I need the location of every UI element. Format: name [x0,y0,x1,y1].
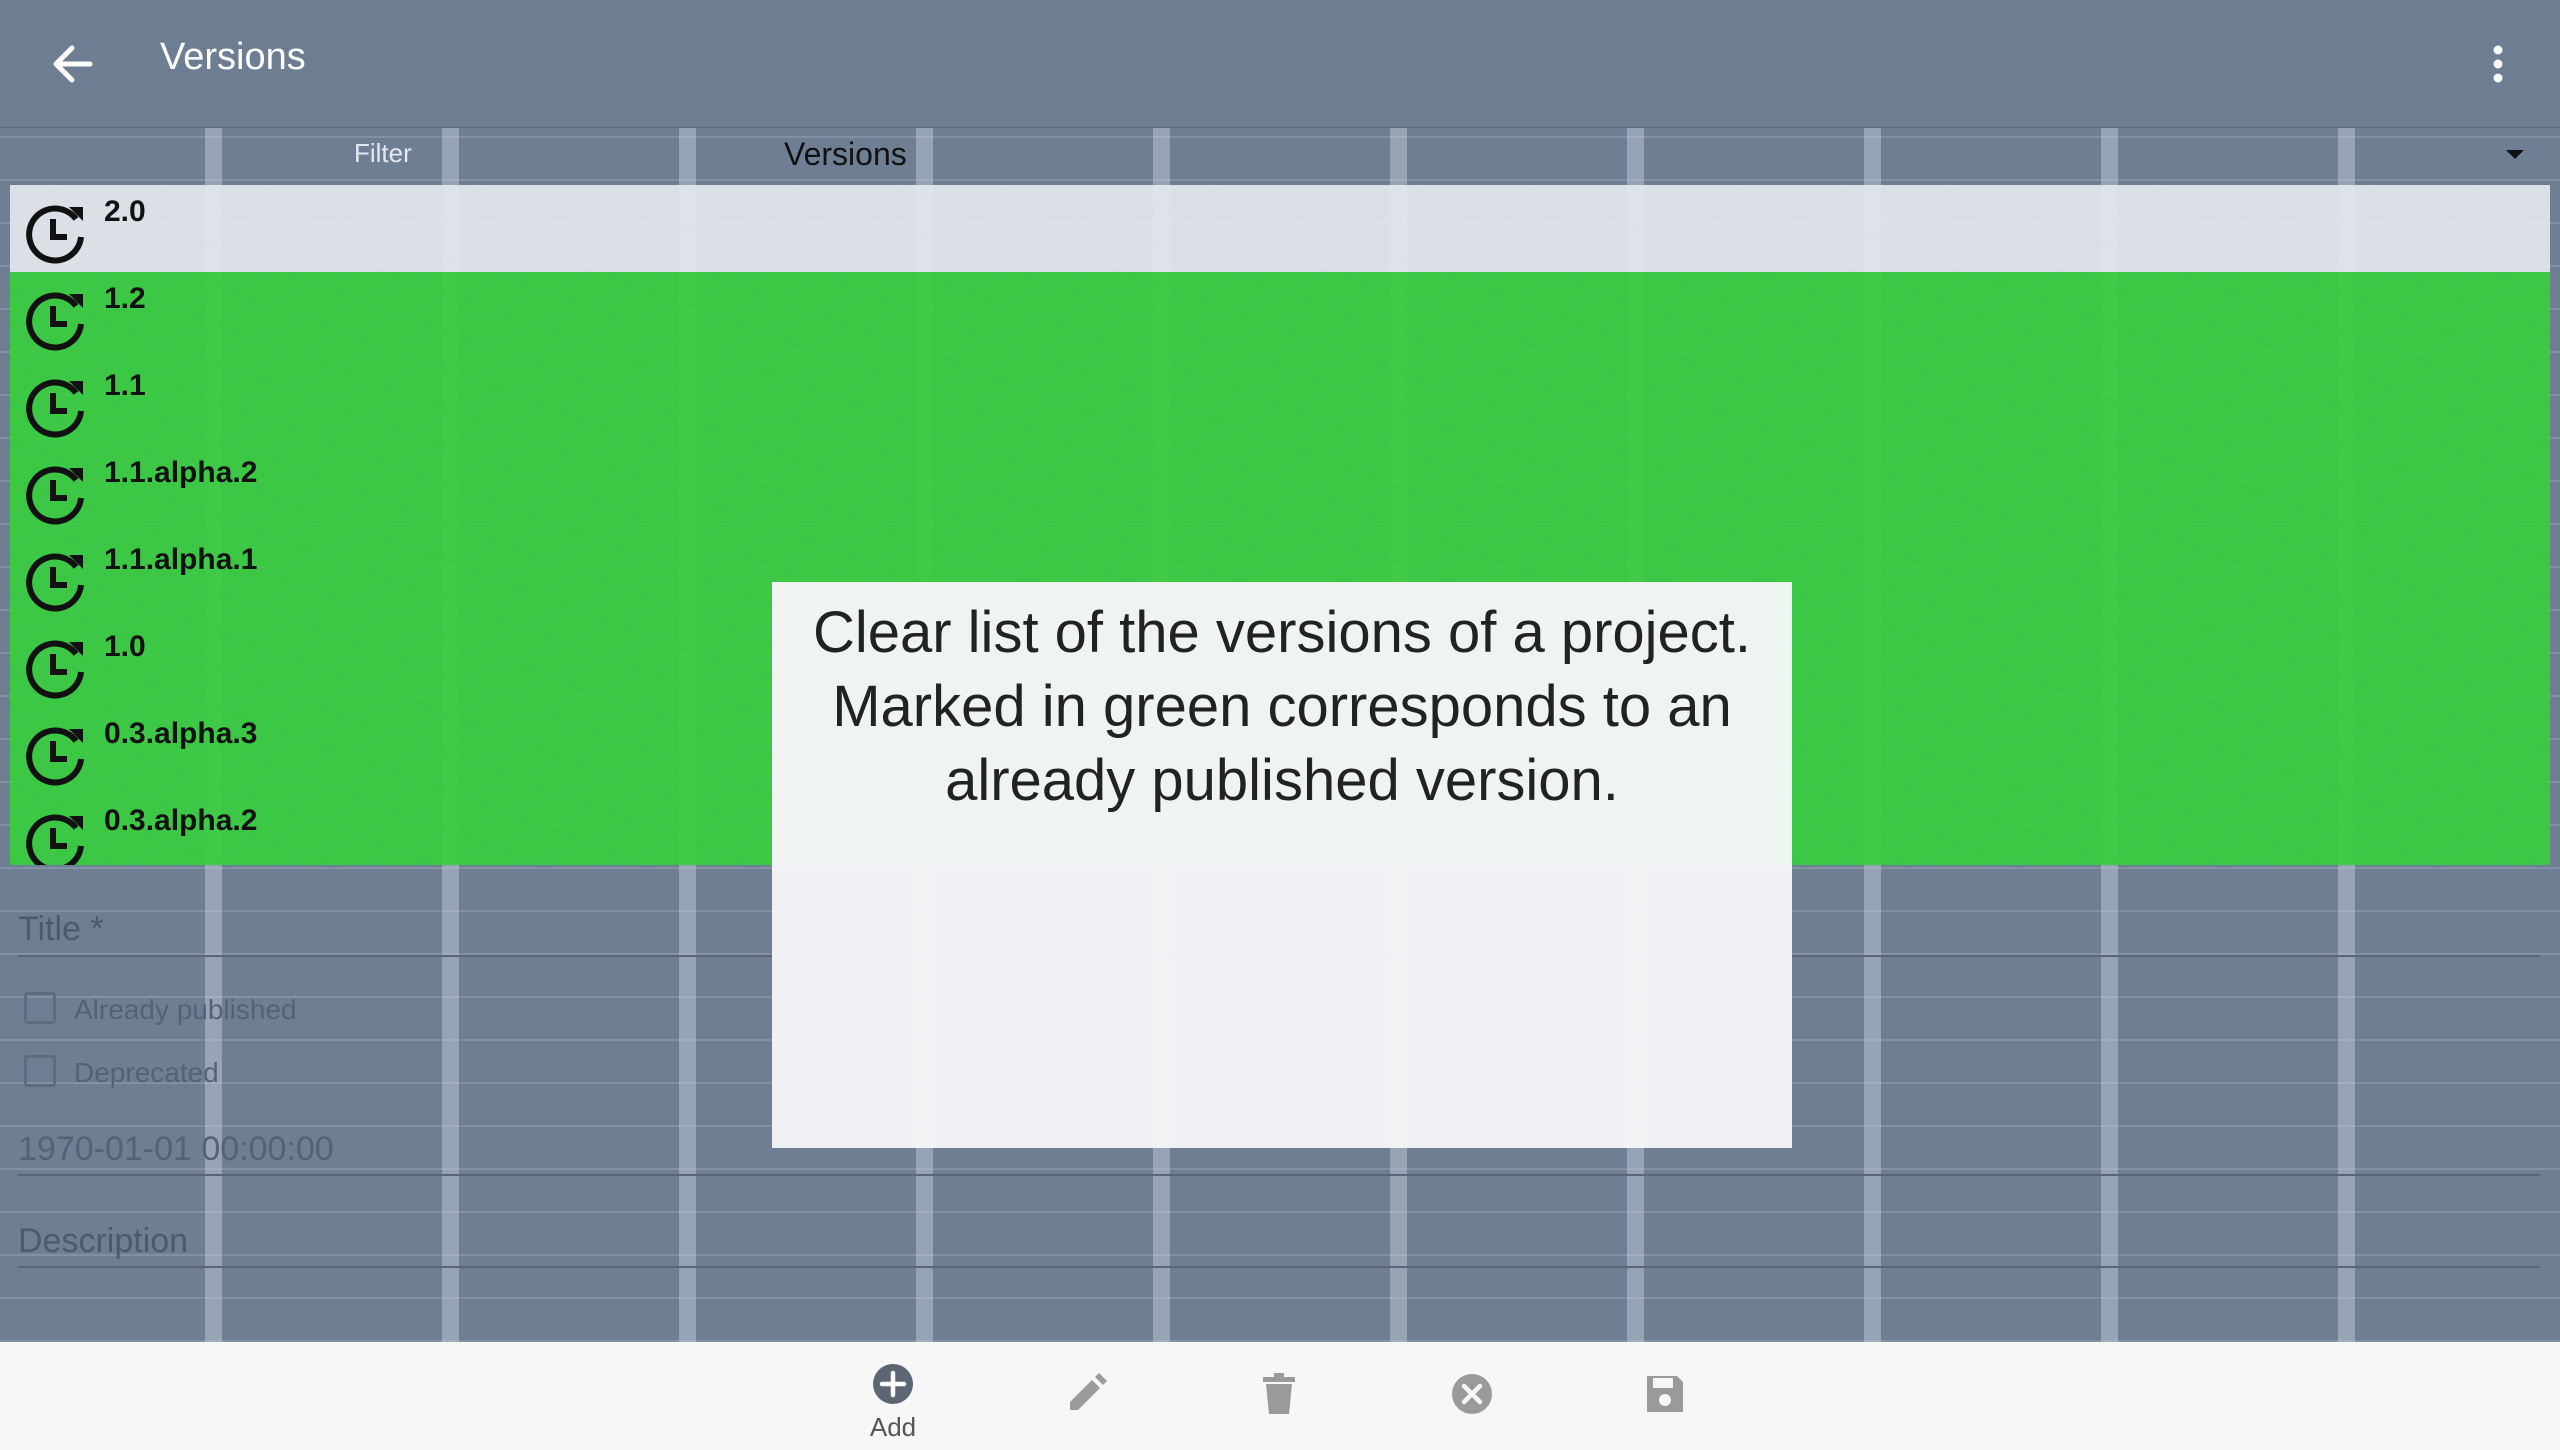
version-row[interactable]: 2.0 [10,185,2550,272]
version-name: 0.3.alpha.2 [104,804,258,837]
tutorial-overlay[interactable]: Clear list of the versions of a project.… [772,582,1792,1148]
add-circle-icon [873,1364,913,1404]
version-name: 1.1.alpha.1 [104,543,258,576]
date-field-underline [18,1174,2540,1176]
save-button[interactable] [1610,1352,1720,1442]
arrow-back-icon[interactable] [44,38,100,90]
date-field[interactable]: 1970-01-01 00:00:00 [18,1130,334,1169]
overlay-text-line2: Marked in green corresponds to an alread… [832,674,1732,813]
version-name: 2.0 [104,195,146,228]
history-icon [26,640,84,699]
save-icon [1647,1376,1683,1412]
filter-selected-value: Versions [784,136,907,172]
version-name: 1.1 [104,369,146,402]
cancel-icon [1452,1374,1492,1414]
checkbox-box [24,992,56,1024]
pencil-icon [1070,1373,1107,1410]
more-vert-icon[interactable] [2478,38,2518,90]
history-icon [26,814,84,865]
version-row[interactable]: 1.1.alpha.2 [10,446,2550,533]
dropdown-arrow-icon [2506,150,2524,159]
overlay-text-line1: Clear list of the versions of a project. [812,600,1752,665]
edit-button[interactable] [1031,1352,1141,1442]
filter-row: Filter Versions [0,128,2560,184]
deprecated-label: Deprecated [74,1057,219,1088]
description-field[interactable]: Description [18,1222,188,1261]
app-bar: Versions [0,0,2560,128]
delete-button[interactable] [1224,1352,1334,1442]
filter-label: Filter [354,138,412,168]
cancel-button[interactable] [1417,1352,1527,1442]
add-button[interactable]: Add [838,1352,948,1442]
history-icon [26,727,84,786]
version-name: 1.2 [104,282,146,315]
already-published-label: Already published [74,994,297,1025]
version-row[interactable]: 1.2 [10,272,2550,359]
add-button-label: Add [869,1412,917,1442]
page-title: Versions [160,36,306,78]
bottom-toolbar: Add [0,1342,2560,1450]
filter-dropdown[interactable]: Versions [780,128,2530,184]
checkbox-box [24,1055,56,1087]
history-icon [26,205,84,264]
version-row[interactable]: 1.1 [10,359,2550,446]
version-name: 1.1.alpha.2 [104,456,258,489]
version-name: 1.0 [104,630,146,663]
history-icon [26,292,84,351]
trash-icon [1263,1373,1295,1414]
title-field[interactable]: Title * [18,910,104,949]
version-name: 0.3.alpha.3 [104,717,258,750]
history-icon [26,379,84,438]
history-icon [26,466,84,525]
description-field-underline [18,1266,2540,1268]
history-icon [26,553,84,612]
